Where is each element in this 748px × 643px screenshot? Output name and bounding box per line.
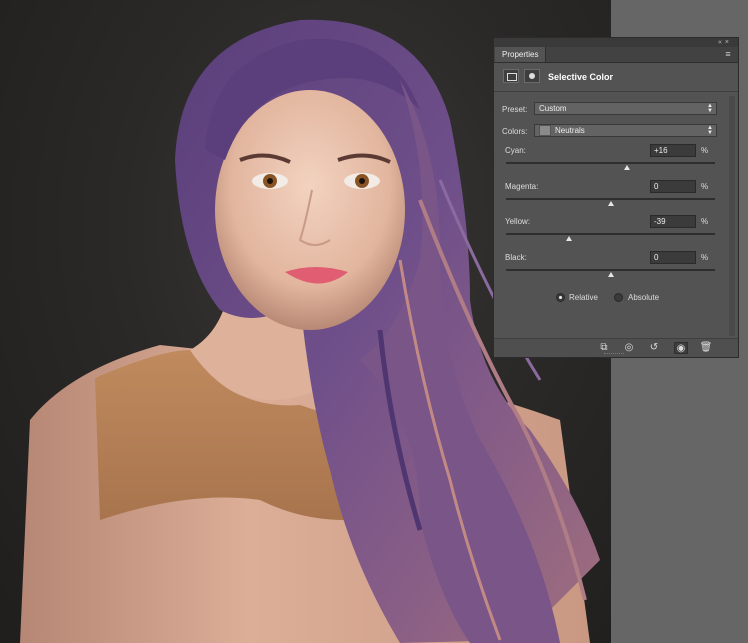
properties-panel: «× Properties ≡ Selective Color Preset: …	[493, 37, 739, 358]
panel-tab-row: Properties ≡	[494, 47, 738, 63]
panel-menu-icon[interactable]: ≡	[722, 49, 734, 59]
cyan-percent-unit: %	[701, 146, 709, 155]
yellow-slider-thumb[interactable]	[565, 236, 572, 241]
adjustment-title: Selective Color	[548, 72, 614, 82]
mask-icon[interactable]	[524, 69, 540, 83]
resize-grip[interactable]	[604, 353, 624, 356]
black-slider-thumb[interactable]	[607, 272, 614, 277]
adjustment-layer-icon[interactable]	[503, 69, 519, 83]
updown-arrows-icon: ▲ ▼	[707, 103, 713, 114]
panel-scrollbar[interactable]	[729, 96, 735, 336]
reset-icon[interactable]: ↺	[647, 342, 661, 354]
colors-value: Neutrals	[555, 126, 585, 135]
black-value-input[interactable]: 0	[650, 251, 696, 264]
updown-arrows-icon: ▲ ▼	[707, 125, 713, 136]
yellow-value-input[interactable]: -39	[650, 215, 696, 228]
close-icon[interactable]: ×	[725, 39, 732, 46]
panel-bottom-toolbar: ⧉ ◎ ↺ ◉ 🗑	[494, 338, 738, 357]
magenta-slider-track[interactable]	[506, 198, 715, 200]
trash-icon[interactable]: 🗑	[699, 342, 713, 354]
yellow-slider-track[interactable]	[506, 233, 715, 235]
magenta-label: Magenta:	[505, 182, 539, 191]
tab-properties[interactable]: Properties	[495, 47, 547, 62]
colors-select[interactable]: Neutrals ▲ ▼	[534, 124, 717, 137]
magenta-slider-thumb[interactable]	[607, 201, 614, 206]
view-previous-state-icon[interactable]: ◎	[622, 342, 636, 354]
preset-value: Custom	[539, 104, 567, 113]
yellow-label: Yellow:	[505, 217, 531, 226]
method-radio-group: Relative Absolute	[494, 292, 738, 304]
relative-radio[interactable]	[556, 293, 565, 302]
magenta-value-input[interactable]: 0	[650, 180, 696, 193]
face	[215, 90, 405, 330]
relative-label[interactable]: Relative	[569, 293, 598, 302]
absolute-radio[interactable]	[614, 293, 623, 302]
cyan-slider-track[interactable]	[506, 162, 715, 164]
black-slider-track[interactable]	[506, 269, 715, 271]
absolute-label[interactable]: Absolute	[628, 293, 659, 302]
preset-select[interactable]: Custom ▲ ▼	[534, 102, 717, 115]
magenta-percent-unit: %	[701, 182, 709, 191]
black-label: Black:	[505, 253, 527, 262]
yellow-percent-unit: %	[701, 217, 709, 226]
preset-label: Preset:	[502, 105, 528, 114]
adjustment-header: Selective Color	[494, 63, 738, 92]
color-swatch-icon	[539, 124, 551, 136]
visibility-icon[interactable]: ◉	[674, 342, 688, 354]
black-percent-unit: %	[701, 253, 709, 262]
cyan-value-input[interactable]: +16	[650, 144, 696, 157]
colors-label: Colors:	[502, 127, 528, 136]
cyan-label: Cyan:	[505, 146, 526, 155]
collapse-icon[interactable]: «	[718, 39, 725, 46]
cyan-slider-thumb[interactable]	[624, 165, 631, 170]
panel-title-bar[interactable]: «×	[494, 38, 738, 47]
